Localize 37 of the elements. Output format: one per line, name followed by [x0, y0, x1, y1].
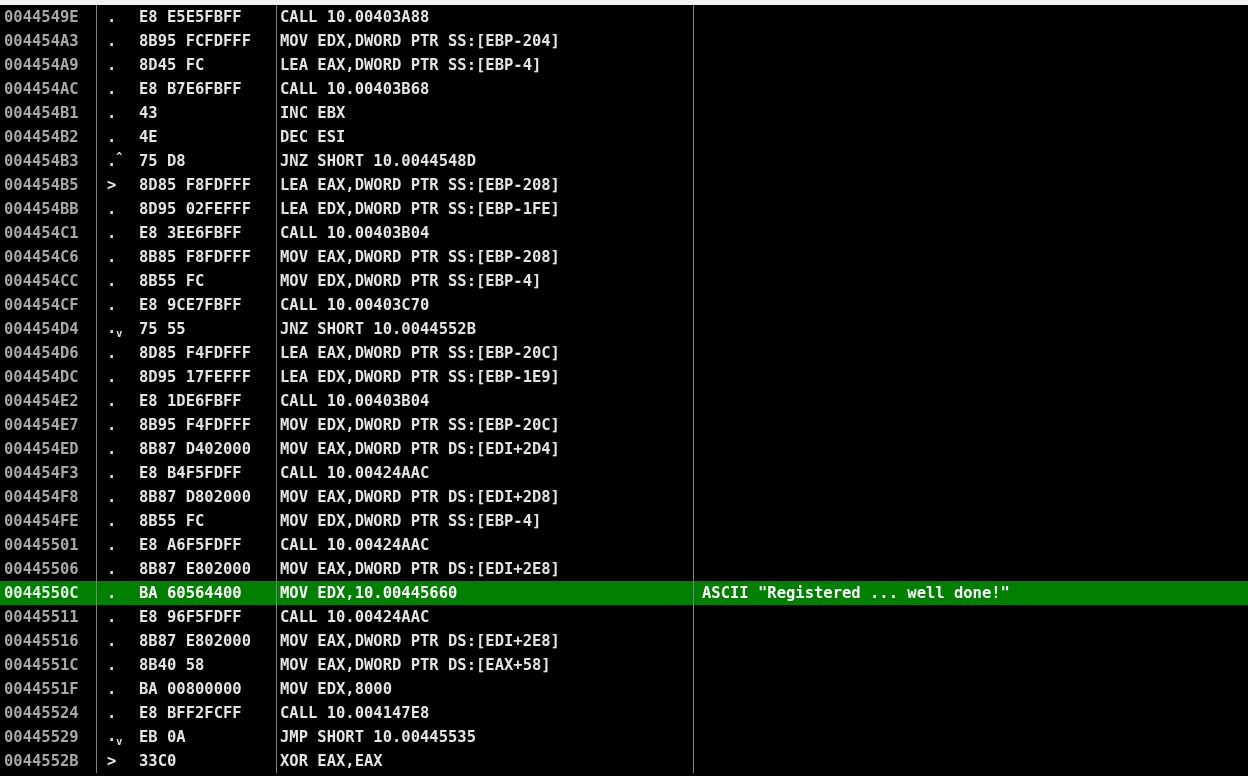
jump-marker-cell-text: . — [106, 271, 118, 292]
jump-marker-cell-text: . — [106, 463, 118, 484]
jump-marker-cell-text: . — [106, 199, 118, 220]
jump-marker-cell-text: . — [106, 223, 118, 244]
jump-marker-cell-text: . — [106, 295, 118, 316]
jump-marker-cell-text: .$_{v}$ — [106, 317, 124, 341]
comment-cell-text: ASCII "Registered ... well done!" — [701, 583, 1011, 604]
jump-marker-cell-text: . — [106, 439, 118, 460]
hex-cell: 33C0 — [137, 749, 277, 773]
jump-marker-cell-text: . — [106, 655, 118, 676]
jump-marker-cell-text: . — [106, 511, 118, 532]
jump-marker-cell-text: .$_{v}$ — [106, 725, 124, 749]
jump-marker-cell-text: . — [106, 247, 118, 268]
jump-marker-cell-text: . — [106, 103, 118, 124]
jump-marker-cell-text: . — [106, 679, 118, 700]
jump-marker-cell-text: . — [106, 391, 118, 412]
jump-marker-cell-text: . — [106, 415, 118, 436]
jump-marker-cell-text: . — [106, 631, 118, 652]
jump-marker-cell-text: . — [106, 703, 118, 724]
jump-marker-cell-text: . — [106, 559, 118, 580]
jump-marker-cell-text: . — [106, 583, 118, 604]
disassembly-row[interactable]: 0044550C . BA 60564400 MOV EDX,10.00445660 ASCII "Registered ... well done!" — [0, 581, 1248, 605]
jump-marker-cell-text: . — [106, 55, 118, 76]
disassembly-cell: XOR EAX,EAX — [277, 749, 694, 773]
address-cell: 0044552B — [0, 749, 97, 773]
jump-marker-cell-text: . — [106, 79, 118, 100]
jump-marker-cell-text: . — [106, 127, 118, 148]
jump-marker-cell-text: . — [106, 367, 118, 388]
jump-marker-cell-text: . — [106, 487, 118, 508]
jump-marker-cell-text: > — [106, 751, 118, 772]
jump-marker-cell-text: . — [106, 535, 118, 556]
jump-marker-cell-text: . — [106, 343, 118, 364]
jump-marker-cell-text: . — [106, 7, 118, 28]
jump-marker-cell-text: .$^{^}$ — [106, 150, 124, 173]
jump-marker-cell-text: > — [106, 175, 118, 196]
jump-marker-cell-text: . — [106, 31, 118, 52]
jump-marker-cell-text: . — [106, 607, 118, 628]
